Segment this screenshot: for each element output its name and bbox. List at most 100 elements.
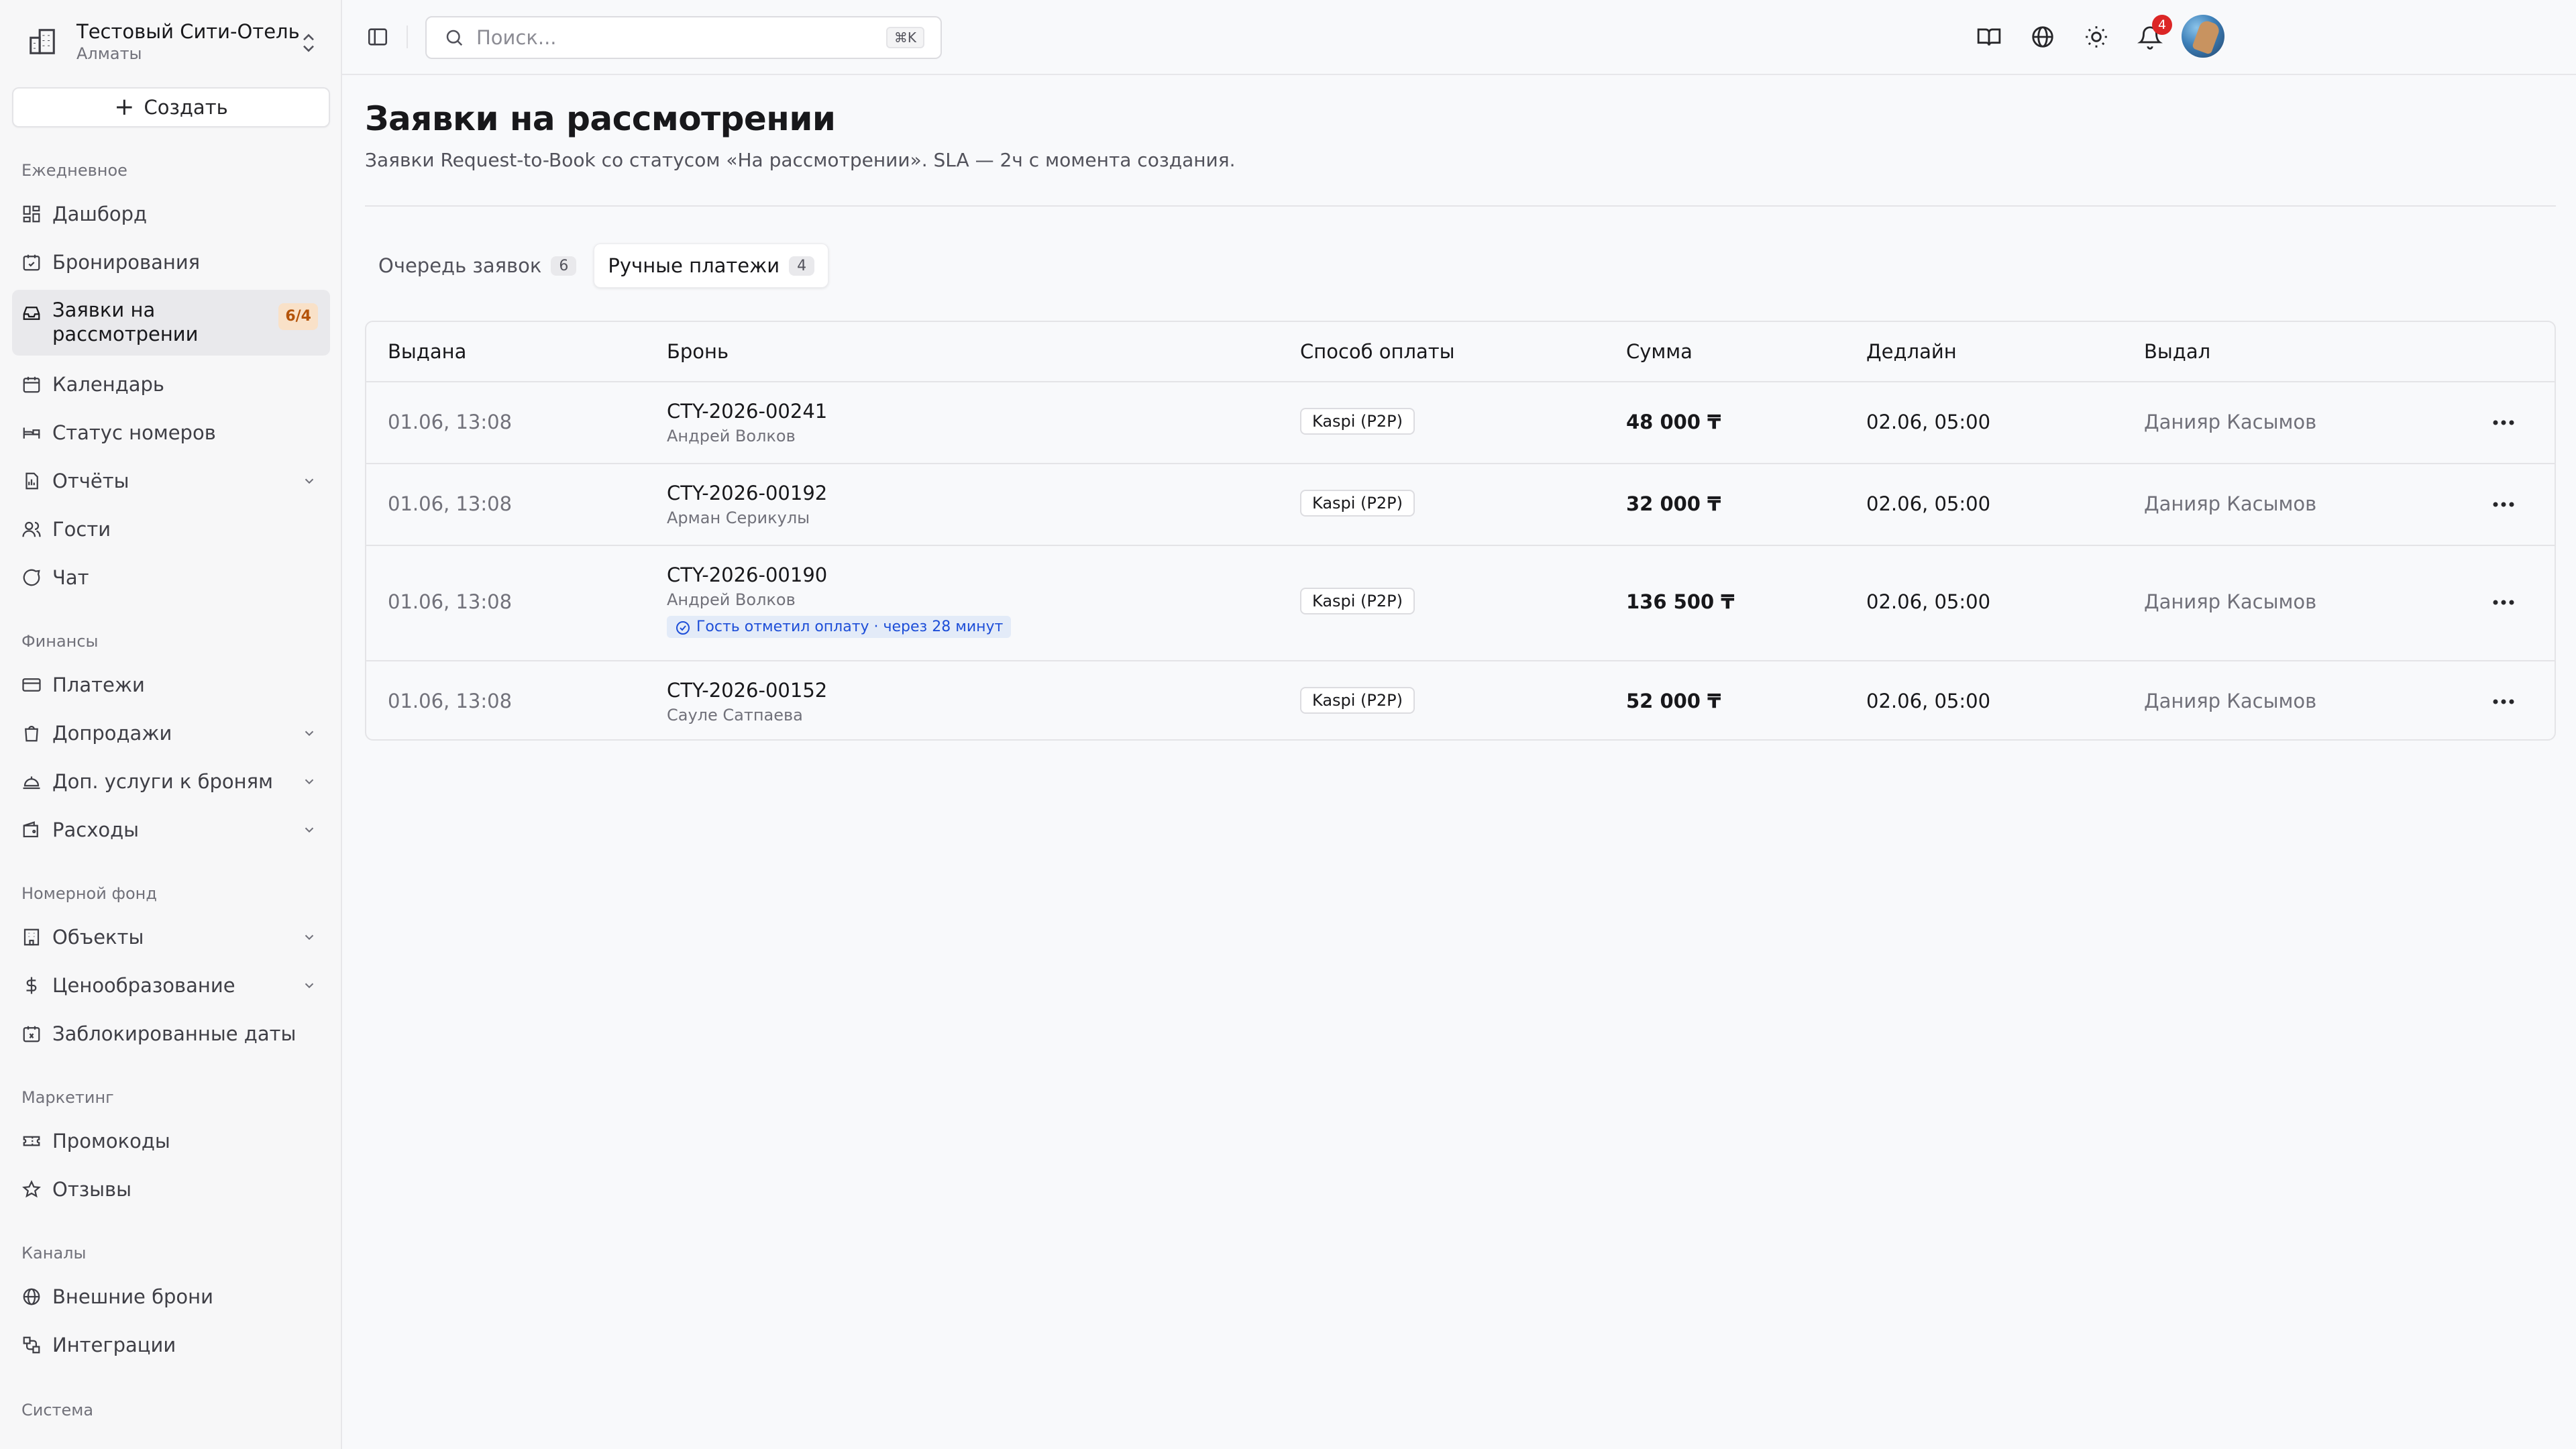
issued-by: Данияр Касымов [2144, 690, 2317, 712]
calendar-check-icon [23, 254, 40, 271]
tab-count: 4 [789, 256, 815, 276]
sidebar-item-label: Статус номеров [52, 421, 216, 444]
sidebar-item-blocked-dates[interactable]: Заблокированные даты [12, 1013, 330, 1055]
tab-manual-payments[interactable]: Ручные платежи 4 [594, 244, 829, 288]
sidebar-item-pricing[interactable]: Ценообразование [12, 965, 330, 1006]
booking-reference[interactable]: CTY-2026-00192 [667, 482, 827, 504]
sidebar-item-calendar[interactable]: Календарь [12, 364, 330, 405]
table-header: Выдана Бронь Способ оплаты Сумма Дедлайн… [366, 322, 2555, 382]
chevron-down-icon [305, 827, 314, 833]
chevron-up-down-icon [303, 34, 314, 52]
sidebar-item-integrations[interactable]: Интеграции [12, 1324, 330, 1366]
more-actions-icon[interactable] [2489, 416, 2518, 429]
booking-reference[interactable]: CTY-2026-00190 [667, 564, 827, 586]
issued-date: 01.06, 13:08 [388, 492, 513, 515]
sidebar-item-label: Расходы [52, 818, 140, 841]
book-open-icon[interactable] [1976, 24, 2002, 50]
tab-request-queue[interactable]: Очередь заявок 6 [365, 244, 590, 287]
sidebar-item-expenses[interactable]: Расходы [12, 809, 330, 851]
section-title-system: Система [21, 1401, 94, 1419]
sidebar-item-room-status[interactable]: Статус номеров [12, 412, 330, 453]
sidebar-item-upsells[interactable]: Допродажи [12, 712, 330, 754]
star-icon [22, 1180, 41, 1198]
column-header-amount: Сумма [1626, 340, 1693, 363]
column-header-issued: Выдана [388, 340, 467, 363]
notification-count-badge: 4 [2152, 15, 2172, 35]
chevron-down-icon [305, 779, 314, 785]
table-row[interactable]: 01.06, 13:08 CTY-2026-00192 Арман Серику… [366, 464, 2555, 546]
main-content: ⌘K 4 Заявки на рассмотрении Заявки Reque… [342, 0, 2576, 1449]
dashboard-icon [23, 205, 40, 223]
sidebar-item-reports[interactable]: Отчёты [12, 460, 330, 502]
pending-count-badge: 6/4 [278, 303, 318, 330]
sidebar-item-external-bookings[interactable]: Внешние брони [12, 1276, 330, 1318]
sidebar-item-label: Заблокированные даты [52, 1022, 297, 1045]
table-row[interactable]: 01.06, 13:08 CTY-2026-00241 Андрей Волко… [366, 382, 2555, 464]
hotel-city: Алматы [76, 44, 142, 63]
plug-icon [23, 1336, 40, 1354]
manual-payments-table: Выдана Бронь Способ оплаты Сумма Дедлайн… [365, 321, 2556, 741]
payment-method-badge: Kaspi (P2P) [1300, 687, 1415, 714]
search-box[interactable]: ⌘K [425, 16, 942, 59]
theme-sun-icon[interactable] [2084, 24, 2109, 50]
payment-marked-text: Гость отметил оплату · через 28 минут [696, 619, 1004, 635]
deadline: 02.06, 05:00 [1866, 690, 1991, 712]
booking-reference[interactable]: CTY-2026-00241 [667, 400, 827, 423]
table-row[interactable]: 01.06, 13:08 CTY-2026-00190 Андрей Волко… [366, 546, 2555, 661]
booking-reference[interactable]: CTY-2026-00152 [667, 679, 827, 702]
tab-label: Очередь заявок [378, 254, 542, 277]
hotel-switcher[interactable]: Тестовый Сити-Отель Алматы [27, 19, 322, 64]
section-title-channels: Каналы [21, 1244, 87, 1263]
sidebar-item-label: Календарь [52, 373, 165, 396]
sidebar-item-guests[interactable]: Гости [12, 508, 330, 550]
sidebar-item-label: Чат [52, 566, 89, 589]
sidebar-item-reviews[interactable]: Отзывы [12, 1169, 330, 1210]
sidebar-item-label: Промокоды [52, 1130, 170, 1152]
amount: 48 000 ₸ [1626, 411, 1721, 433]
create-button[interactable]: + Создать [12, 87, 330, 127]
create-label: Создать [144, 96, 228, 119]
chevron-down-icon [305, 934, 314, 941]
hotel-building-icon [30, 29, 55, 54]
sidebar-item-label: Дашборд [52, 203, 148, 225]
deadline: 02.06, 05:00 [1866, 492, 1991, 515]
sidebar-item-chat[interactable]: Чат [12, 557, 330, 598]
column-header-issued-by: Выдал [2144, 340, 2211, 363]
wallet-icon [23, 821, 38, 838]
inbox-icon [23, 307, 40, 320]
sidebar-item-properties[interactable]: Объекты [12, 916, 330, 958]
more-actions-icon[interactable] [2489, 498, 2518, 511]
issued-date: 01.06, 13:08 [388, 411, 513, 433]
sidebar-item-label: Платежи [52, 674, 145, 696]
search-shortcut-hint: ⌘K [885, 27, 924, 48]
credit-card-icon [22, 678, 41, 692]
page-title: Заявки на рассмотрении [365, 99, 836, 138]
users-icon [22, 521, 41, 537]
divider [365, 205, 2556, 207]
sidebar: Тестовый Сити-Отель Алматы + Создать Еже… [0, 0, 342, 1449]
sidebar-item-payments[interactable]: Платежи [12, 664, 330, 706]
chevron-down-icon [305, 478, 314, 484]
deadline: 02.06, 05:00 [1866, 411, 1991, 433]
sidebar-item-pending-requests[interactable]: Заявки на рассмотрении 6/4 [12, 290, 330, 356]
sidebar-item-label: Бронирования [52, 251, 201, 274]
search-icon [446, 30, 463, 46]
guest-name: Андрей Волков [667, 590, 796, 609]
table-row[interactable]: 01.06, 13:08 CTY-2026-00152 Сауле Сатпае… [366, 661, 2555, 739]
calendar-x-icon [23, 1026, 40, 1042]
sidebar-item-dashboard[interactable]: Дашборд [12, 193, 330, 235]
column-header-booking: Бронь [667, 340, 729, 363]
deadline: 02.06, 05:00 [1866, 590, 1991, 613]
sidebar-item-bookings[interactable]: Бронирования [12, 241, 330, 283]
payment-marked-note: Гость отметил оплату · через 28 минут [667, 616, 1012, 638]
user-avatar[interactable] [2182, 15, 2224, 58]
sidebar-item-promo-codes[interactable]: Промокоды [12, 1120, 330, 1162]
sidebar-item-extra-services[interactable]: Доп. услуги к броням [12, 761, 330, 802]
more-actions-icon[interactable] [2489, 695, 2518, 708]
sidebar-toggle-icon[interactable] [366, 25, 389, 48]
more-actions-icon[interactable] [2489, 596, 2518, 609]
search-input[interactable] [475, 25, 886, 50]
section-title-finance: Финансы [21, 632, 99, 651]
language-globe-icon[interactable] [2030, 24, 2055, 50]
guest-name: Андрей Волков [667, 427, 796, 445]
